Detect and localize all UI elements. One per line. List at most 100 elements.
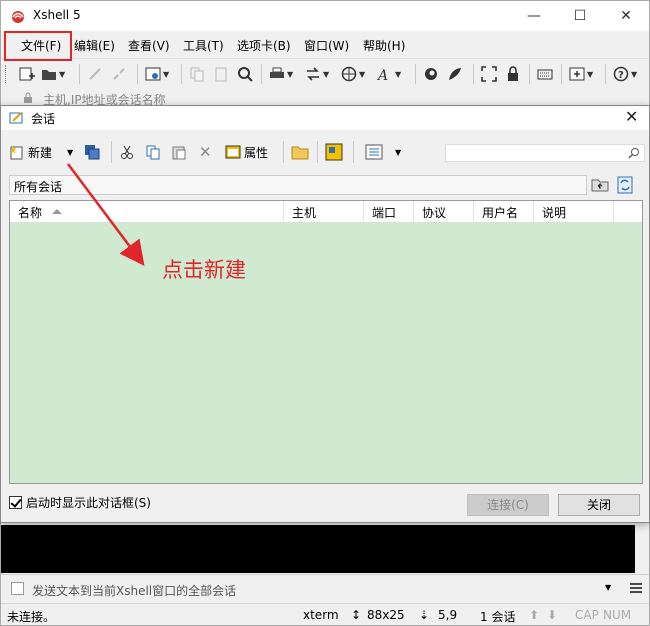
- status-bar: 未连接。 xterm ↕ 88x25 ⇣ 5,9 1 会话 ⬆ ⬇ CAP NU…: [1, 603, 649, 625]
- annotation-text: 点击新建: [162, 258, 246, 282]
- column-username[interactable]: 用户名: [474, 201, 534, 222]
- column-host-label: 主机: [292, 206, 317, 220]
- terminal-size-icon: ↕: [351, 608, 362, 622]
- column-protocol[interactable]: 协议: [414, 201, 474, 222]
- dialog-title: 会话: [31, 112, 56, 126]
- compose-dropdown-icon[interactable]: ▼: [605, 583, 611, 592]
- session-search-input[interactable]: [445, 144, 645, 162]
- session-list[interactable]: 名称 主机 端口 协议 用户名 说明: [9, 200, 643, 484]
- toolbar-grip: [5, 65, 8, 83]
- menu-help[interactable]: 帮助(H): [363, 37, 405, 54]
- column-protocol-label: 协议: [422, 206, 447, 220]
- disconnect-icon[interactable]: [111, 65, 127, 83]
- properties-button[interactable]: 属性: [225, 141, 268, 163]
- maximize-button[interactable]: ☐: [557, 1, 603, 31]
- menu-edit[interactable]: 编辑(E): [74, 37, 115, 54]
- menu-bar: 文件(F) 编辑(E) 查看(V) 工具(T) 选项卡(B) 窗口(W) 帮助(…: [1, 32, 649, 58]
- svg-text:?: ?: [618, 70, 624, 81]
- sessions-dialog-icon: [9, 110, 25, 129]
- window-title: Xshell 5: [33, 8, 81, 22]
- close-window-button[interactable]: ✕: [603, 1, 649, 31]
- menu-view[interactable]: 查看(V): [128, 37, 170, 54]
- compose-bar: 发送文本到当前Xshell窗口的全部会话 ▼: [1, 574, 649, 602]
- find-icon[interactable]: [237, 65, 253, 83]
- hamburger-menu-icon[interactable]: [629, 581, 643, 595]
- checkbox-checked-icon[interactable]: [9, 496, 22, 509]
- xmanager-icon[interactable]: [447, 65, 463, 83]
- delete-icon[interactable]: ✕: [199, 141, 212, 163]
- print-icon[interactable]: ▼: [269, 65, 293, 83]
- compose-doc-icon: [11, 582, 24, 595]
- dialog-toolbar: 新建 ▼ ✕ 属性 ▼: [3, 135, 649, 169]
- paste-session-icon[interactable]: [171, 141, 187, 163]
- xftp-icon[interactable]: [423, 65, 439, 83]
- new-session-icon[interactable]: [19, 65, 35, 83]
- dialog-close-icon[interactable]: ✕: [625, 107, 638, 126]
- column-description-label: 说明: [542, 206, 567, 220]
- up-folder-icon[interactable]: [591, 176, 609, 195]
- paste-icon[interactable]: [213, 65, 229, 83]
- new-session-label: 新建: [28, 145, 53, 160]
- new-session-button[interactable]: 新建: [9, 141, 52, 163]
- down-arrow-icon: ⬇: [547, 608, 558, 622]
- num-lock-indicator: NUM: [603, 608, 632, 622]
- session-list-header: 名称 主机 端口 协议 用户名 说明: [10, 201, 642, 223]
- compose-input[interactable]: 发送文本到当前Xshell窗口的全部会话: [32, 582, 236, 599]
- import-export-icon[interactable]: [325, 141, 343, 163]
- session-manager-icon[interactable]: [83, 141, 101, 163]
- transfer-icon[interactable]: ▼: [305, 65, 329, 83]
- folder-path: 所有会话: [14, 180, 63, 194]
- new-tab-icon[interactable]: ▼: [569, 65, 593, 83]
- column-name-label: 名称: [18, 206, 43, 220]
- cursor-position-icon: ⇣: [419, 608, 430, 622]
- copy-session-icon[interactable]: [145, 141, 161, 163]
- new-session-dropdown-icon[interactable]: ▼: [67, 141, 73, 163]
- sessions-dialog: 会话 ✕ 新建 ▼ ✕ 属性 ▼ 所有会话 名称 主机 端口 协议 用户名 说明…: [0, 105, 650, 523]
- fullscreen-icon[interactable]: [481, 65, 497, 83]
- main-toolbar: ▼ ▼ ▼ ▼ ▼ A ▼ ▼ ? ▼: [1, 58, 649, 88]
- font-icon[interactable]: A ▼: [377, 65, 401, 83]
- menu-tools[interactable]: 工具(T): [183, 37, 224, 54]
- session-properties-icon[interactable]: ▼: [145, 65, 169, 83]
- globe-icon[interactable]: ▼: [341, 65, 365, 83]
- connect-icon[interactable]: [87, 65, 103, 83]
- connect-button[interactable]: 连接(C): [467, 494, 549, 516]
- up-arrow-icon: ⬆: [529, 608, 540, 622]
- sort-ascending-icon: [52, 209, 62, 214]
- menu-tabs[interactable]: 选项卡(B): [237, 37, 291, 54]
- folder-path-bar[interactable]: 所有会话: [9, 175, 587, 195]
- terminal-type: xterm: [303, 608, 339, 622]
- caps-lock-indicator: CAP: [575, 608, 599, 622]
- terminal-area[interactable]: [1, 525, 635, 573]
- column-port-label: 端口: [372, 206, 397, 220]
- xshell-logo-icon: [10, 8, 26, 24]
- show-on-startup-label: 启动时显示此对话框(S): [26, 496, 151, 510]
- column-name[interactable]: 名称: [10, 201, 284, 222]
- new-session-star-icon: [10, 145, 23, 160]
- properties-label: 属性: [244, 145, 269, 160]
- menu-window[interactable]: 窗口(W): [304, 37, 349, 54]
- highlight-box: [4, 31, 72, 61]
- open-folder-icon[interactable]: ▼: [41, 65, 65, 83]
- new-folder-icon[interactable]: [291, 141, 309, 163]
- view-mode-icon[interactable]: [365, 141, 383, 163]
- cut-icon[interactable]: [119, 141, 135, 163]
- column-description[interactable]: 说明: [534, 201, 614, 222]
- column-host[interactable]: 主机: [284, 201, 364, 222]
- keyboard-icon[interactable]: [537, 65, 553, 83]
- dialog-title-bar: 会话 ✕: [1, 106, 649, 130]
- view-mode-dropdown-icon[interactable]: ▼: [395, 141, 401, 163]
- session-count: 1 会话: [480, 610, 516, 624]
- terminal-size: 88x25: [367, 608, 405, 622]
- minimize-button[interactable]: —: [511, 1, 557, 31]
- help-icon[interactable]: ? ▼: [613, 65, 637, 83]
- connection-status: 未连接。: [7, 610, 56, 624]
- column-username-label: 用户名: [482, 206, 519, 220]
- refresh-icon[interactable]: [617, 176, 633, 197]
- title-bar: Xshell 5 — ☐ ✕: [1, 1, 649, 31]
- show-on-startup-checkbox[interactable]: 启动时显示此对话框(S): [9, 494, 151, 511]
- copy-icon[interactable]: [189, 65, 205, 83]
- column-port[interactable]: 端口: [364, 201, 414, 222]
- close-button[interactable]: 关闭: [558, 494, 640, 516]
- lock-icon[interactable]: [505, 65, 521, 83]
